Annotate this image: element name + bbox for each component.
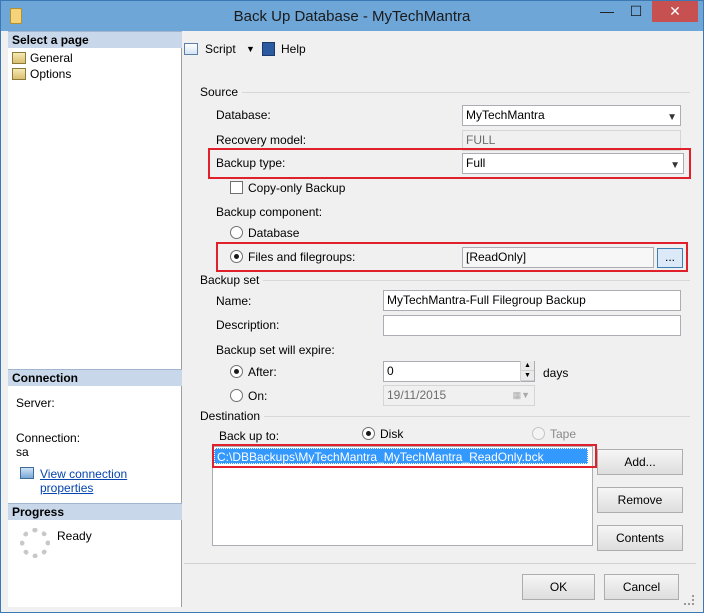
connection-properties-icon bbox=[20, 467, 34, 479]
dialog-client-area: Select a page General Options Connection… bbox=[8, 31, 696, 607]
help-button[interactable]: Help bbox=[262, 39, 312, 59]
copy-only-label: Copy-only Backup bbox=[248, 181, 346, 195]
backup-type-label: Backup type: bbox=[216, 156, 286, 170]
add-button[interactable]: Add... bbox=[597, 449, 683, 475]
after-days-input[interactable]: 0 ▲ ▼ bbox=[383, 361, 535, 382]
component-files-label: Files and filegroups: bbox=[248, 250, 356, 264]
chevron-down-icon: ▼ bbox=[667, 112, 677, 123]
name-label: Name: bbox=[216, 294, 252, 308]
script-button[interactable]: Script ▼ bbox=[184, 39, 264, 59]
expire-date-value: 19/11/2015 bbox=[387, 388, 447, 402]
expire-after-radio[interactable] bbox=[230, 365, 243, 378]
after-label: After: bbox=[248, 365, 277, 379]
page-item-general[interactable]: General bbox=[12, 50, 73, 66]
select-page-header: Select a page bbox=[8, 31, 182, 48]
backup-name-input[interactable]: MyTechMantra-Full Filegroup Backup bbox=[383, 290, 681, 311]
help-label: Help bbox=[281, 42, 306, 56]
description-input[interactable] bbox=[383, 315, 681, 336]
left-pane: Select a page General Options Connection… bbox=[8, 31, 182, 607]
destination-path-highlight bbox=[212, 444, 597, 468]
minimize-button[interactable]: — bbox=[593, 1, 621, 22]
browse-filegroups-button[interactable]: ... bbox=[657, 248, 683, 268]
database-label: Database: bbox=[216, 108, 271, 122]
connection-label: Connection: bbox=[16, 431, 81, 445]
expire-label: Backup set will expire: bbox=[216, 343, 335, 357]
cancel-button[interactable]: Cancel bbox=[604, 574, 679, 600]
source-divider bbox=[228, 92, 690, 93]
days-label: days bbox=[543, 366, 569, 380]
connection-header: Connection bbox=[8, 369, 182, 386]
component-database-label: Database bbox=[248, 226, 300, 240]
chevron-down-icon: ▼ bbox=[670, 160, 680, 171]
copy-only-checkbox[interactable] bbox=[230, 181, 243, 194]
destination-divider bbox=[262, 416, 690, 417]
page-item-label: Options bbox=[30, 67, 72, 81]
progress-header: Progress bbox=[8, 503, 182, 520]
backup-set-divider bbox=[258, 280, 690, 281]
back-up-to-label: Back up to: bbox=[219, 429, 280, 443]
database-select[interactable]: MyTechMantra ▼ bbox=[462, 105, 681, 126]
disk-label: Disk bbox=[380, 427, 404, 441]
script-label: Script bbox=[205, 42, 236, 56]
page-item-options[interactable]: Options bbox=[12, 66, 71, 82]
view-connection-properties-text[interactable]: View connection properties bbox=[40, 467, 127, 495]
chevron-down-icon[interactable]: ▼ bbox=[246, 39, 255, 59]
backup-type-select[interactable]: Full ▼ bbox=[462, 153, 684, 174]
expire-date-picker: 19/11/2015 ▦▼ bbox=[383, 385, 535, 406]
server-label: Server: bbox=[16, 396, 55, 410]
view-connection-properties-link[interactable]: View connection properties bbox=[16, 467, 181, 495]
page-icon bbox=[12, 52, 26, 64]
tape-label: Tape bbox=[550, 427, 577, 441]
on-label: On: bbox=[248, 389, 268, 403]
script-icon bbox=[184, 43, 198, 55]
title-bar[interactable]: Back Up Database - MyTechMantra — ☐ ✕ bbox=[1, 1, 703, 31]
page-icon bbox=[12, 68, 26, 80]
component-files-radio[interactable] bbox=[230, 250, 243, 263]
page-item-label: General bbox=[30, 51, 73, 65]
contents-button[interactable]: Contents bbox=[597, 525, 683, 551]
remove-button[interactable]: Remove bbox=[597, 487, 683, 513]
progress-spinner-icon bbox=[20, 528, 50, 558]
resize-grip[interactable] bbox=[684, 595, 694, 605]
backup-type-value: Full bbox=[466, 156, 486, 170]
backup-dialog-window: Back Up Database - MyTechMantra — ☐ ✕ Se… bbox=[0, 0, 704, 613]
tape-radio bbox=[532, 427, 545, 440]
filegroups-field[interactable]: [ReadOnly] bbox=[462, 247, 654, 268]
after-days-value: 0 bbox=[387, 364, 394, 378]
progress-status: Ready bbox=[57, 529, 92, 543]
close-button[interactable]: ✕ bbox=[652, 1, 698, 22]
ok-button[interactable]: OK bbox=[522, 574, 595, 600]
backup-set-section-label: Backup set bbox=[200, 273, 264, 287]
footer-divider bbox=[184, 563, 696, 564]
calendar-dropdown-icon: ▦▼ bbox=[512, 390, 530, 400]
description-label: Description: bbox=[216, 318, 280, 332]
connection-value: sa bbox=[16, 445, 29, 459]
recovery-model-label: Recovery model: bbox=[216, 133, 307, 147]
days-spinner[interactable]: ▲ ▼ bbox=[520, 361, 534, 382]
destination-section-label: Destination bbox=[200, 409, 265, 423]
backup-component-label: Backup component: bbox=[216, 205, 323, 219]
database-select-value: MyTechMantra bbox=[466, 108, 545, 122]
maximize-button[interactable]: ☐ bbox=[622, 1, 650, 22]
expire-on-radio[interactable] bbox=[230, 389, 243, 402]
component-database-radio[interactable] bbox=[230, 226, 243, 239]
disk-radio[interactable] bbox=[362, 427, 375, 440]
source-section-label: Source bbox=[200, 85, 243, 99]
help-book-icon bbox=[262, 42, 275, 56]
